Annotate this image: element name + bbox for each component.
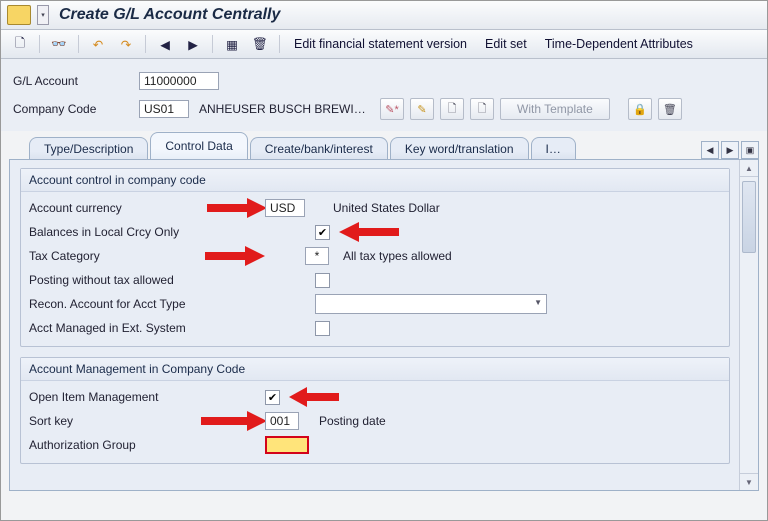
next-icon[interactable]: ▶ xyxy=(182,35,204,53)
group-account-management-title: Account Management in Company Code xyxy=(21,358,729,381)
with-template-button[interactable]: With Template xyxy=(500,98,610,120)
tab-keyword-translation[interactable]: Key word/translation xyxy=(390,137,529,160)
posting-without-tax-checkbox[interactable] xyxy=(315,273,330,288)
undo-icon[interactable]: ↶ xyxy=(87,35,109,53)
application-toolbar: 🗋 👓 ↶ ↷ ◀ ▶ ▦ 🗑 Edit financial statement… xyxy=(1,30,767,59)
layout-icon[interactable]: ▦ xyxy=(221,35,243,53)
tax-category-desc: All tax types allowed xyxy=(343,249,452,263)
prev-icon[interactable]: ◀ xyxy=(154,35,176,53)
menu-dropdown-icon[interactable]: ▾ xyxy=(37,5,49,25)
tax-category-input[interactable] xyxy=(305,247,329,265)
time-dependent-button[interactable]: Time-Dependent Attributes xyxy=(539,37,699,51)
account-currency-label: Account currency xyxy=(29,201,265,215)
account-currency-desc: United States Dollar xyxy=(333,201,440,215)
company-code-input[interactable] xyxy=(139,100,189,118)
sort-key-label: Sort key xyxy=(29,414,265,428)
acct-ext-system-checkbox[interactable] xyxy=(315,321,330,336)
authorization-group-label: Authorization Group xyxy=(29,438,265,452)
tab-info-overflow[interactable]: I… xyxy=(531,137,576,160)
open-item-mgmt-label: Open Item Management xyxy=(29,390,265,404)
group-account-control-title: Account control in company code xyxy=(21,169,729,192)
tab-create-bank-interest[interactable]: Create/bank/interest xyxy=(250,137,388,160)
tab-scroll-right-icon[interactable]: ▶ xyxy=(721,141,739,159)
company-code-label: Company Code xyxy=(13,102,133,116)
create-template-icon[interactable]: 🗋 xyxy=(470,98,494,120)
content-scrollbar[interactable]: ▲ ▼ xyxy=(739,160,758,490)
redo-icon[interactable]: ↷ xyxy=(115,35,137,53)
tax-category-label: Tax Category xyxy=(29,249,265,263)
balances-local-label: Balances in Local Crcy Only xyxy=(29,225,265,239)
page-title: Create G/L Account Centrally xyxy=(59,6,280,24)
tab-control-data[interactable]: Control Data xyxy=(150,132,247,160)
recon-account-select[interactable] xyxy=(315,294,547,314)
recon-account-label: Recon. Account for Acct Type xyxy=(29,297,265,311)
scroll-down-icon[interactable]: ▼ xyxy=(740,473,758,490)
edit-set-button[interactable]: Edit set xyxy=(479,37,533,51)
display-change-icon[interactable]: 👓 xyxy=(48,35,70,53)
acct-ext-system-label: Acct Managed in Ext. System xyxy=(29,321,265,335)
lock-icon[interactable]: 🔒 xyxy=(628,98,652,120)
company-code-desc: ANHEUSER BUSCH BREWI… xyxy=(199,102,374,116)
edit-icon[interactable]: ✎ xyxy=(410,98,434,120)
sort-key-desc: Posting date xyxy=(319,414,386,428)
balances-local-checkbox[interactable]: ✔ xyxy=(315,225,330,240)
gl-account-label: G/L Account xyxy=(13,74,133,88)
annotation-arrow xyxy=(339,222,399,242)
doc-icon[interactable]: 🗋 xyxy=(9,35,31,53)
sort-key-input[interactable] xyxy=(265,412,299,430)
help-icon[interactable] xyxy=(7,5,31,25)
gl-account-input[interactable] xyxy=(139,72,219,90)
display-icon[interactable]: ✎* xyxy=(380,98,404,120)
account-currency-input[interactable] xyxy=(265,199,305,217)
create-icon[interactable]: 🗋 xyxy=(440,98,464,120)
posting-without-tax-label: Posting without tax allowed xyxy=(29,273,265,287)
trash-icon[interactable]: 🗑 xyxy=(658,98,682,120)
tab-list-icon[interactable]: ▣ xyxy=(741,141,759,159)
edit-fsv-button[interactable]: Edit financial statement version xyxy=(288,37,473,51)
tab-type-description[interactable]: Type/Description xyxy=(29,137,148,160)
tab-scroll-left-icon[interactable]: ◀ xyxy=(701,141,719,159)
delete-icon[interactable]: 🗑 xyxy=(249,35,271,53)
scroll-up-icon[interactable]: ▲ xyxy=(740,160,758,177)
annotation-arrow xyxy=(289,387,339,407)
open-item-mgmt-checkbox[interactable]: ✔ xyxy=(265,390,280,405)
authorization-group-input[interactable] xyxy=(265,436,309,454)
